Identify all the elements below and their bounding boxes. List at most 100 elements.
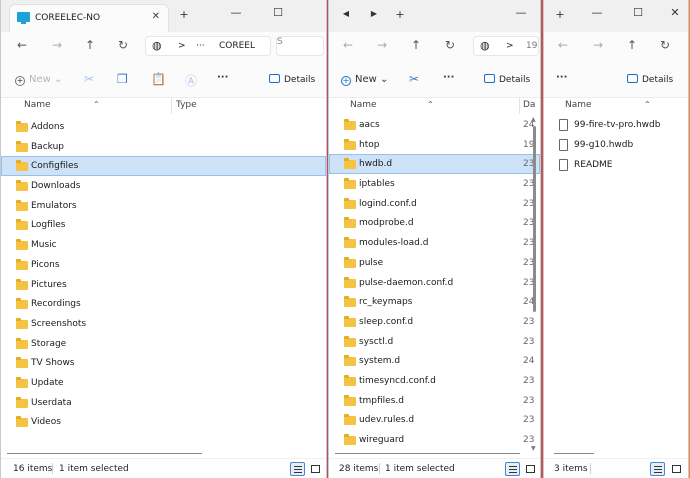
details-button[interactable]: Details (269, 74, 315, 85)
scroll-down-icon[interactable]: ▼ (531, 445, 536, 452)
column-type[interactable]: Type (176, 100, 197, 110)
copy-icon[interactable]: ❐ (117, 72, 128, 86)
tiles-view-button[interactable] (523, 462, 538, 476)
list-item[interactable]: logind.conf.d 23 (329, 194, 540, 214)
tab-scroll-right-button[interactable]: ▶ (367, 9, 381, 18)
tiles-view-button[interactable] (308, 462, 323, 476)
list-item[interactable]: modprobe.d 23 (329, 213, 540, 233)
vertical-scrollbar[interactable]: ▲ ▼ (530, 116, 538, 452)
scroll-up-icon[interactable]: ▲ (531, 116, 536, 123)
address-bar[interactable]: ◍ > 19 (473, 36, 539, 56)
breadcrumb-segment[interactable]: 19 (526, 41, 537, 51)
breadcrumb-overflow[interactable]: ··· (196, 41, 205, 51)
tab-scroll-left-button[interactable]: ◀ (339, 9, 353, 18)
horizontal-scrollbar[interactable] (554, 453, 594, 454)
list-item[interactable]: Storage (1, 334, 326, 354)
details-view-button[interactable] (290, 462, 305, 476)
details-view-button[interactable] (650, 462, 665, 476)
list-item[interactable]: Backup (1, 137, 326, 157)
list-item[interactable]: Configfiles (1, 156, 326, 177)
list-item[interactable]: Recordings (1, 294, 326, 314)
minimize-button[interactable]: — (590, 6, 604, 19)
list-item[interactable]: pulse-daemon.conf.d 23 (329, 273, 540, 293)
back-button[interactable]: ← (341, 38, 355, 52)
paste-icon[interactable]: 📋 (151, 72, 166, 86)
column-name[interactable]: Name (565, 100, 592, 110)
details-button[interactable]: Details (484, 74, 530, 85)
list-item[interactable]: rc_keymaps 24 (329, 292, 540, 312)
list-item[interactable]: 99-fire-tv-pro.hwdb (544, 115, 688, 135)
list-item[interactable]: Videos (1, 412, 326, 432)
list-item[interactable]: sysctl.d 23 (329, 332, 540, 352)
scissors-icon[interactable]: ✂ (409, 72, 419, 86)
up-button[interactable]: ↑ (409, 38, 423, 52)
breadcrumb-segment[interactable]: COREEL (219, 41, 255, 51)
maximize-button[interactable]: ☐ (631, 6, 645, 19)
address-bar[interactable]: ◍ > ··· COREEL (145, 36, 271, 56)
column-divider[interactable] (519, 98, 520, 114)
tiles-view-button[interactable] (669, 462, 684, 476)
list-item[interactable]: Userdata (1, 393, 326, 413)
list-item[interactable]: aacs 24 (329, 115, 540, 135)
scrollbar-thumb[interactable] (533, 126, 536, 312)
new-button[interactable]: + New ⌄ (341, 74, 388, 86)
horizontal-scrollbar[interactable] (335, 453, 520, 454)
list-item[interactable]: modules-load.d 23 (329, 233, 540, 253)
list-item[interactable]: 99-g10.hwdb (544, 135, 688, 155)
forward-button[interactable]: → (375, 38, 389, 52)
close-button[interactable]: ✕ (668, 6, 682, 19)
list-item[interactable]: pulse 23 (329, 253, 540, 273)
list-item[interactable]: Update (1, 373, 326, 393)
list-item[interactable]: htop 19 (329, 135, 540, 155)
list-item[interactable]: Pictures (1, 275, 326, 295)
details-view-button[interactable] (505, 462, 520, 476)
list-item[interactable]: Picons (1, 255, 326, 275)
up-button[interactable]: ↑ (625, 38, 639, 52)
column-name[interactable]: Name (24, 100, 51, 110)
forward-button[interactable]: → (591, 38, 605, 52)
list-item[interactable]: Addons (1, 117, 326, 137)
list-item[interactable]: system.d 24 (329, 351, 540, 371)
list-item[interactable]: wireguard 23 (329, 430, 540, 450)
list-item[interactable]: Screenshots (1, 314, 326, 334)
see-more-button[interactable]: ··· (217, 72, 228, 83)
back-button[interactable]: ← (15, 38, 29, 52)
horizontal-scrollbar[interactable] (7, 453, 202, 454)
see-more-button[interactable]: ··· (556, 72, 567, 83)
new-tab-button[interactable]: + (177, 8, 191, 21)
minimize-button[interactable]: — (229, 6, 243, 19)
list-item[interactable]: TV Shows (1, 353, 326, 373)
list-item[interactable]: Downloads (1, 176, 326, 196)
list-item[interactable]: Emulators (1, 196, 326, 216)
see-more-button[interactable]: ··· (443, 72, 454, 83)
column-divider[interactable] (171, 98, 172, 114)
maximize-button[interactable]: ☐ (271, 6, 285, 19)
list-item[interactable]: timesyncd.conf.d 23 (329, 371, 540, 391)
new-tab-button[interactable]: + (553, 8, 567, 21)
minimize-button[interactable]: — (514, 6, 528, 19)
list-item[interactable]: README (544, 155, 688, 175)
scissors-icon[interactable]: ✂ (84, 72, 94, 86)
new-button[interactable]: + New ⌄ (15, 74, 62, 86)
back-button[interactable]: ← (556, 38, 570, 52)
close-tab-icon[interactable]: ✕ (152, 11, 160, 22)
list-item[interactable]: Logfiles (1, 215, 326, 235)
refresh-button[interactable]: ↻ (443, 38, 457, 52)
new-tab-button[interactable]: + (393, 8, 407, 21)
rename-icon[interactable]: Ⓐ (185, 72, 197, 89)
refresh-button[interactable]: ↻ (116, 38, 130, 52)
column-date[interactable]: Da (523, 100, 535, 110)
forward-button[interactable]: → (50, 38, 64, 52)
column-name[interactable]: Name (350, 100, 377, 110)
list-item[interactable]: hwdb.d 23 (329, 154, 540, 175)
search-box[interactable]: S (276, 36, 324, 56)
refresh-button[interactable]: ↻ (658, 38, 672, 52)
up-button[interactable]: ↑ (83, 38, 97, 52)
list-item[interactable]: iptables 23 (329, 174, 540, 194)
list-item[interactable]: udev.rules.d 23 (329, 410, 540, 430)
list-item[interactable]: sleep.conf.d 23 (329, 312, 540, 332)
list-item[interactable]: Music (1, 235, 326, 255)
list-item[interactable]: tmpfiles.d 23 (329, 391, 540, 411)
details-button[interactable]: Details (627, 74, 673, 85)
tab-coreelec[interactable]: COREELEC-NO ✕ (9, 4, 169, 32)
